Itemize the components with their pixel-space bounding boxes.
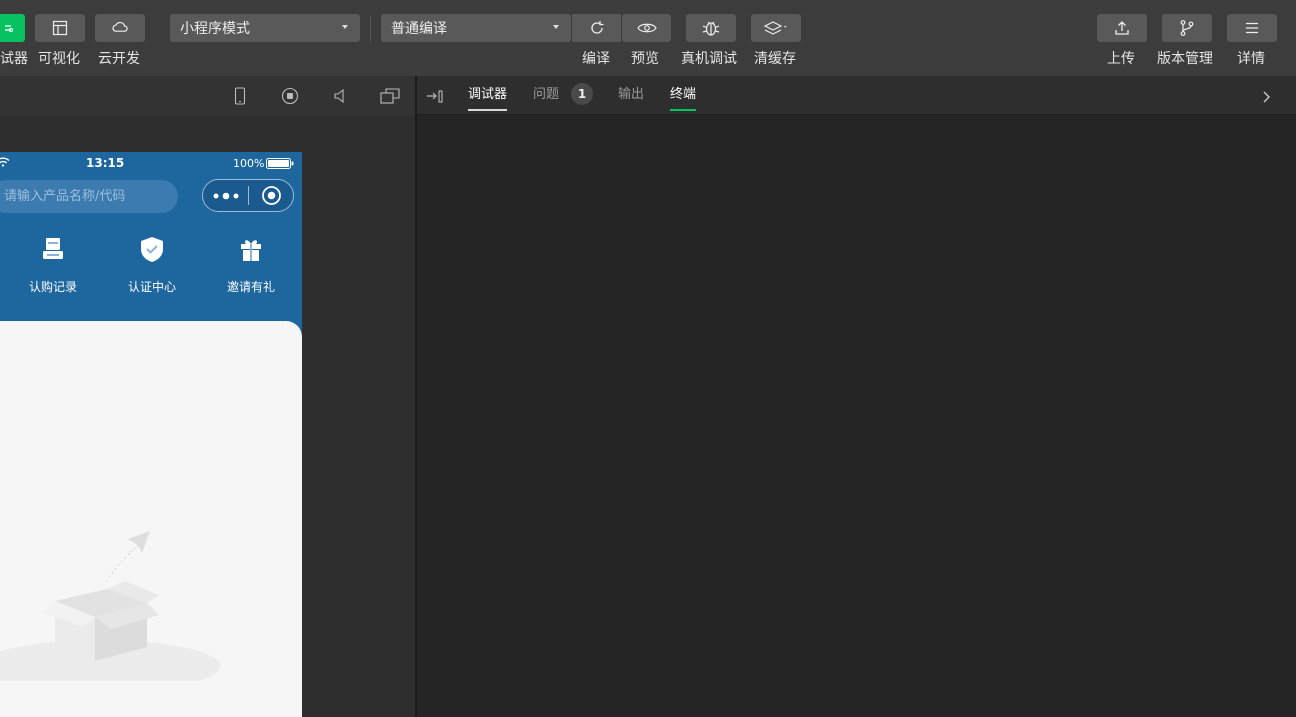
phone-icon: [234, 87, 246, 105]
simulator-button[interactable]: [0, 14, 25, 42]
upload-label: 上传: [1107, 51, 1135, 67]
document-icon: [43, 238, 63, 259]
tab-debugger[interactable]: 调试器: [468, 86, 508, 111]
search-input[interactable]: 请输入产品名称/代码: [0, 180, 178, 213]
device-debug-button[interactable]: [686, 14, 736, 42]
clear-cache-button[interactable]: [751, 14, 801, 42]
quick-item-label: 认购记录: [28, 280, 77, 294]
toolbar-divider: [370, 16, 371, 42]
mode-select-value: 小程序模式: [180, 21, 250, 37]
gift-icon: [241, 240, 261, 261]
bug-icon: [702, 21, 720, 36]
simulator-icon: [4, 25, 13, 32]
quick-item-invite-gift[interactable]: 邀请有礼: [211, 234, 291, 295]
cloud-label: 云开发: [98, 51, 140, 67]
problems-badge: 1: [571, 83, 593, 105]
battery-percent: 100%: [233, 157, 265, 170]
terminal-area[interactable]: [417, 115, 1296, 717]
wifi-icon: [0, 157, 10, 167]
details-label: 详情: [1237, 51, 1265, 67]
status-time: 13:15: [86, 156, 125, 170]
content-card: [0, 321, 302, 717]
top-toolbar: 试器 可视化 云开发 小程序模式 普通编译 编译 预览 真机调试 清缓存 上传 …: [0, 0, 1296, 76]
compile-button[interactable]: [572, 14, 621, 42]
empty-box-illustration: [0, 531, 220, 681]
version-label: 版本管理: [1157, 51, 1213, 67]
phone-simulator: 13:15 100% 请输入产品名称/代码 认购记录 认证中心 邀请有礼: [0, 152, 302, 717]
cloud-button[interactable]: [95, 14, 145, 42]
dock-toggle-button[interactable]: [425, 88, 445, 106]
compile-select[interactable]: 普通编译: [381, 14, 571, 42]
simulator-header: [0, 76, 415, 116]
quick-item-label: 认证中心: [127, 280, 176, 294]
eye-icon: [636, 23, 657, 33]
tab-label: 终端: [670, 87, 697, 102]
device-button[interactable]: [230, 86, 250, 106]
tab-output[interactable]: 输出: [618, 86, 644, 104]
refresh-icon: [590, 21, 603, 34]
tab-terminal[interactable]: 终端: [670, 86, 697, 111]
preview-label: 预览: [631, 51, 659, 67]
clear-cache-label: 清缓存: [754, 51, 796, 67]
detach-window-button[interactable]: [380, 86, 400, 106]
speaker-icon: [334, 88, 344, 104]
device-debug-label: 真机调试: [681, 51, 737, 67]
shield-check-icon: [141, 237, 163, 262]
expand-button[interactable]: [1259, 89, 1273, 105]
compile-label: 编译: [582, 51, 610, 67]
target-icon: [262, 186, 281, 205]
upload-icon: [1115, 21, 1129, 35]
quick-item-certification-center[interactable]: 认证中心: [112, 234, 192, 295]
quick-item-label: 邀请有礼: [226, 280, 275, 294]
menu-icon: [1246, 22, 1258, 34]
version-button[interactable]: [1162, 14, 1212, 42]
capsule-menu: [202, 179, 294, 212]
chevron-right-icon: [1263, 91, 1270, 103]
quick-item-subscription-records[interactable]: 认购记录: [13, 234, 93, 295]
record-button[interactable]: [280, 86, 300, 106]
tab-underline: [468, 109, 508, 111]
visual-button[interactable]: [35, 14, 85, 42]
arrow-right-bar-icon: [427, 90, 443, 103]
search-placeholder: 请输入产品名称/代码: [4, 189, 126, 204]
simulator-pane: 13:15 100% 请输入产品名称/代码 认购记录 认证中心 邀请有礼: [0, 76, 415, 717]
tab-problems[interactable]: 问题 1: [533, 83, 593, 105]
more-dots-icon: [213, 192, 239, 200]
simulator-label: 试器: [0, 51, 28, 67]
tab-label: 问题: [533, 87, 560, 102]
compile-select-value: 普通编译: [391, 21, 447, 37]
chevron-down-icon: [342, 25, 348, 29]
tab-label: 调试器: [468, 87, 508, 102]
tab-label: 输出: [618, 87, 645, 102]
cloud-icon: [112, 21, 128, 32]
battery-icon: [266, 158, 294, 169]
branch-icon: [1180, 20, 1194, 36]
debug-pane: 调试器 问题 1 输出 终端: [417, 76, 1296, 717]
debug-tab-bar: 调试器 问题 1 输出 终端: [417, 76, 1296, 115]
chevron-down-icon: [553, 25, 559, 29]
upload-button[interactable]: [1097, 14, 1147, 42]
layout-icon: [52, 20, 68, 36]
close-miniprogram-button[interactable]: [249, 180, 294, 211]
layers-icon: [763, 21, 787, 35]
visual-label: 可视化: [38, 51, 80, 67]
mode-select[interactable]: 小程序模式: [170, 14, 360, 42]
record-icon: [281, 87, 299, 105]
tab-underline: [670, 109, 697, 111]
sound-button[interactable]: [330, 86, 350, 106]
details-button[interactable]: [1227, 14, 1277, 42]
more-button[interactable]: [203, 180, 248, 211]
window-icon: [380, 88, 400, 104]
preview-button[interactable]: [622, 14, 671, 42]
status-bar: 13:15 100%: [0, 152, 302, 174]
